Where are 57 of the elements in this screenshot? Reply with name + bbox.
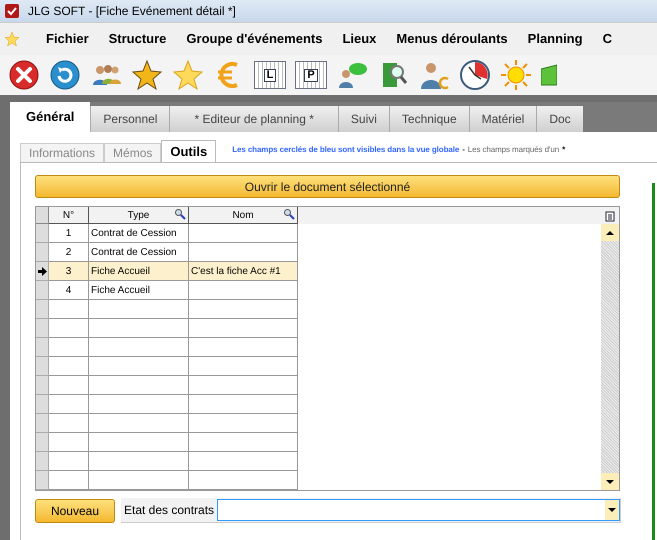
table-cell-text: 4: [66, 284, 72, 298]
refresh-icon[interactable]: [49, 59, 81, 91]
search-icon[interactable]: [174, 208, 186, 220]
row-selector[interactable]: [36, 262, 49, 281]
scroll-up-icon[interactable]: [601, 224, 619, 241]
menu-item[interactable]: Groupe d'événements: [176, 29, 332, 49]
calendar-icon[interactable]: L: [254, 61, 286, 89]
close-icon[interactable]: [8, 59, 40, 91]
tab[interactable]: Technique: [388, 106, 469, 132]
menu-item[interactable]: Planning: [518, 29, 593, 49]
table-cell-text: 1: [66, 226, 72, 240]
column-header[interactable]: Nom: [189, 207, 298, 224]
status-dropdown[interactable]: [217, 499, 620, 521]
star-badge-icon[interactable]: [131, 59, 163, 91]
table-row[interactable]: 4 Fiche Accueil: [36, 281, 298, 300]
column-header[interactable]: Type: [89, 207, 189, 224]
tab[interactable]: Suivi: [338, 106, 389, 132]
menu-item[interactable]: Fichier: [36, 29, 99, 49]
table-cell-text: Contrat de Cession: [91, 246, 177, 260]
scrollbar[interactable]: [601, 224, 619, 490]
field-label: Etat des contrats: [123, 502, 216, 519]
open-document-button[interactable]: Ouvrir le document sélectionné: [35, 175, 620, 198]
hint-text: Les champs cerclés de bleu sont visibles dans la vue globale - Les champs marqués d'un *: [232, 144, 566, 156]
star-icon: [4, 31, 20, 47]
menu-item[interactable]: Menus déroulants: [386, 29, 518, 49]
check-icon: [4, 3, 20, 19]
tab[interactable]: Matériel: [468, 106, 536, 132]
table-cell-text: Fiche Accueil: [91, 264, 150, 278]
table-row[interactable]: 1 Contrat de Cession: [36, 224, 298, 243]
columns-icon[interactable]: [604, 210, 616, 222]
calendar-icon[interactable]: P: [295, 61, 327, 89]
scroll-down-icon[interactable]: [601, 473, 619, 490]
table-row[interactable]: 3 Fiche Accueil C'est la fiche Acc #1: [36, 262, 298, 281]
dropdown-arrow-icon: [608, 506, 616, 514]
menu-item[interactable]: Structure: [98, 29, 176, 49]
tab[interactable]: Doc: [536, 106, 583, 132]
table-cell-text: 3: [66, 264, 72, 278]
tab[interactable]: Personnel: [90, 106, 170, 132]
new-button[interactable]: Nouveau: [35, 498, 115, 522]
star-icon[interactable]: [172, 59, 204, 91]
sub-tab[interactable]: Outils: [161, 140, 216, 162]
table-row[interactable]: 2 Contrat de Cession: [36, 243, 298, 262]
menu-item[interactable]: C: [592, 29, 622, 49]
table-cell-text: Fiche Accueil: [91, 284, 150, 298]
arrow-icon: [38, 266, 46, 276]
clock-icon[interactable]: [459, 59, 491, 91]
table-cell-text: 2: [66, 246, 72, 260]
tab[interactable]: * Editeur de planning *: [169, 106, 338, 132]
search-icon[interactable]: [283, 208, 295, 220]
table-cell-text: Contrat de Cession: [91, 226, 177, 240]
table-cell-text: C'est la fiche Acc #1: [191, 264, 281, 278]
column-header[interactable]: N°: [49, 207, 89, 224]
menu-item[interactable]: Lieux: [332, 29, 386, 49]
tab[interactable]: Général: [10, 102, 90, 132]
sun-icon[interactable]: [500, 59, 532, 91]
window-title: JLG SOFT - [Fiche Evénement détail *]: [28, 3, 236, 20]
corner-cell: [36, 207, 49, 224]
